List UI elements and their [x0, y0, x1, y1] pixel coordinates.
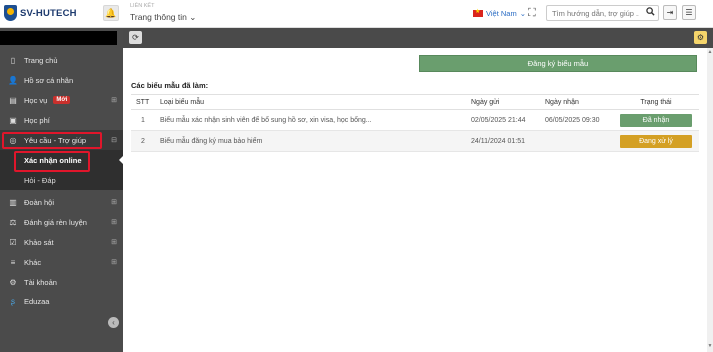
chevron-down-icon: ⌄: [519, 9, 527, 18]
cell-sent-date: 02/05/2025 21:44: [466, 109, 540, 131]
sidebar-item-label: Học phí: [24, 115, 50, 125]
sidebar-item-label: Khác: [24, 257, 42, 267]
column-header-status: Trạng thái: [613, 94, 699, 110]
logout-icon[interactable]: ⇥: [663, 5, 677, 20]
language-selector[interactable]: Việt Nam ⌄: [473, 8, 527, 18]
column-header-stt: STT: [131, 94, 155, 110]
breadcrumb-dropdown[interactable]: Trang thông tin ⌄: [130, 12, 196, 23]
support-icon: ◎: [9, 135, 17, 145]
language-label: Việt Nam: [486, 9, 517, 18]
section-title: Các biểu mẫu đã làm:: [131, 81, 209, 90]
user-icon: 👤: [8, 75, 18, 85]
book-icon: ▤: [9, 95, 17, 105]
forms-table: STT Loại biểu mẫu Ngày gửi Ngày nhận Trạ…: [131, 94, 699, 152]
breadcrumb-title: Trang thông tin: [130, 12, 187, 22]
chart-icon: ▥: [9, 197, 17, 207]
scrollbar[interactable]: [707, 48, 713, 352]
sidebar-item-label: Trang chủ: [24, 55, 58, 65]
calendar-check-icon: ☑: [9, 237, 17, 247]
sidebar-item-profile[interactable]: 👤 Hồ sơ cá nhân: [0, 70, 123, 90]
column-header-type: Loại biểu mẫu: [155, 94, 466, 110]
sidebar-subitem-label: Xác nhận online: [24, 155, 82, 165]
chevron-down-icon: ⌄: [189, 12, 197, 22]
sidebar-item-account[interactable]: ⚙ Tài khoản: [0, 272, 123, 292]
sidebar-collapse-icon[interactable]: ‹: [108, 317, 119, 328]
expand-icon: ⊞: [111, 259, 117, 266]
sidebar-item-label: Tài khoản: [24, 277, 57, 287]
cell-status: Đang xử lý: [613, 130, 699, 152]
status-badge[interactable]: Đang xử lý: [620, 134, 692, 148]
new-badge: Mới: [53, 96, 71, 104]
content-toolbar: ⟳ ⚙: [123, 28, 713, 48]
sidebar-subitem-label: Hỏi - Đáp: [24, 175, 56, 185]
cell-form-type: Biểu mẫu xác nhận sinh viên để bổ sung h…: [155, 109, 466, 131]
sidebar-item-label: Eduzaa: [24, 296, 50, 306]
breadcrumb-caption: LIÊN KẾT: [130, 3, 155, 9]
eduzaa-icon: ʂ: [11, 296, 15, 306]
refresh-icon[interactable]: ⟳: [129, 31, 142, 44]
sidebar-item-home[interactable]: ▯ Trang chủ: [0, 50, 123, 70]
fullscreen-icon[interactable]: ⛶: [528, 7, 536, 20]
cell-stt: 1: [131, 109, 155, 131]
expand-icon: ⊞: [111, 219, 117, 226]
sidebar-item-label: Đánh giá rèn luyện: [24, 217, 87, 227]
scroll-down-icon[interactable]: ▼: [707, 343, 713, 349]
status-badge[interactable]: Đã nhận: [620, 113, 692, 127]
top-bar: SV-HUTECH 🔔 LIÊN KẾT Trang thông tin ⌄ V…: [0, 0, 713, 28]
table-header-row: STT Loại biểu mẫu Ngày gửi Ngày nhận Trạ…: [131, 94, 699, 110]
sidebar-item-tuition[interactable]: ▣ Học phí: [0, 110, 123, 130]
gear-icon: ⚙: [9, 277, 17, 287]
scroll-up-icon[interactable]: ▲: [707, 49, 713, 55]
user-name-bar: [0, 31, 117, 45]
money-icon: ▣: [9, 115, 17, 125]
home-icon: ▯: [10, 55, 16, 65]
cell-received-date: [540, 130, 613, 152]
register-form-button[interactable]: Đăng ký biểu mẫu: [419, 55, 697, 72]
sidebar-item-academic[interactable]: ▤ Học vụ Mới ⊞: [0, 90, 123, 110]
cell-form-type: Biểu mẫu đăng ký mua bảo hiểm: [155, 130, 466, 152]
hutech-shield-icon: [4, 5, 17, 21]
expand-icon: ⊞: [111, 199, 117, 206]
sidebar-subitem-qa[interactable]: Hỏi - Đáp: [0, 170, 123, 190]
sidebar-item-label: Đoàn hội: [24, 197, 55, 207]
sidebar-item-support[interactable]: ◎ Yêu cầu - Trợ giúp ⊟: [0, 130, 123, 150]
collapse-icon: ⊟: [111, 137, 117, 144]
settings-gear-icon[interactable]: ⚙: [694, 31, 707, 44]
table-row[interactable]: 2 Biểu mẫu đăng ký mua bảo hiểm 24/11/20…: [131, 130, 699, 152]
sidebar-item-other[interactable]: ≡ Khác ⊞: [0, 252, 123, 272]
sidebar-item-eduzaa[interactable]: ʂ Eduzaa: [0, 291, 123, 311]
table-row[interactable]: 1 Biểu mẫu xác nhận sinh viên để bổ sung…: [131, 109, 699, 131]
cell-status: Đã nhận: [613, 109, 699, 131]
column-header-received: Ngày nhận: [540, 94, 613, 110]
column-header-sent: Ngày gửi: [466, 94, 540, 110]
hamburger-menu-icon[interactable]: ☰: [682, 5, 696, 20]
sidebar-item-label: Yêu cầu - Trợ giúp: [24, 135, 87, 145]
expand-icon: ⊞: [111, 97, 117, 104]
sidebar-item-union[interactable]: ▥ Đoàn hội ⊞: [0, 192, 123, 212]
search-input[interactable]: [547, 6, 639, 20]
cell-sent-date: 24/11/2024 01:51: [466, 130, 540, 152]
sidebar: ▯ Trang chủ 👤 Hồ sơ cá nhân ▤ Học vụ Mới…: [0, 28, 123, 352]
sidebar-item-label: Học vụ: [24, 95, 48, 105]
sidebar-item-label: Hồ sơ cá nhân: [24, 75, 74, 85]
cell-stt: 2: [131, 130, 155, 152]
search-box: [546, 5, 659, 21]
search-icon[interactable]: [646, 7, 655, 18]
cell-received-date: 06/05/2025 09:30: [540, 109, 613, 131]
notification-bell-icon[interactable]: 🔔: [103, 5, 119, 21]
sidebar-item-label: Khảo sát: [24, 237, 54, 247]
sidebar-item-evaluation[interactable]: ⚖ Đánh giá rèn luyện ⊞: [0, 212, 123, 232]
sidebar-item-survey[interactable]: ☑ Khảo sát ⊞: [0, 232, 123, 252]
sidebar-subitem-online-confirmation[interactable]: Xác nhận online: [0, 150, 123, 170]
logo-text: SV-HUTECH: [20, 7, 77, 19]
expand-icon: ⊞: [111, 239, 117, 246]
scale-icon: ⚖: [9, 217, 17, 227]
logo[interactable]: SV-HUTECH: [4, 5, 77, 21]
menu-icon: ≡: [10, 257, 16, 267]
vietnam-flag-icon: [473, 8, 483, 17]
